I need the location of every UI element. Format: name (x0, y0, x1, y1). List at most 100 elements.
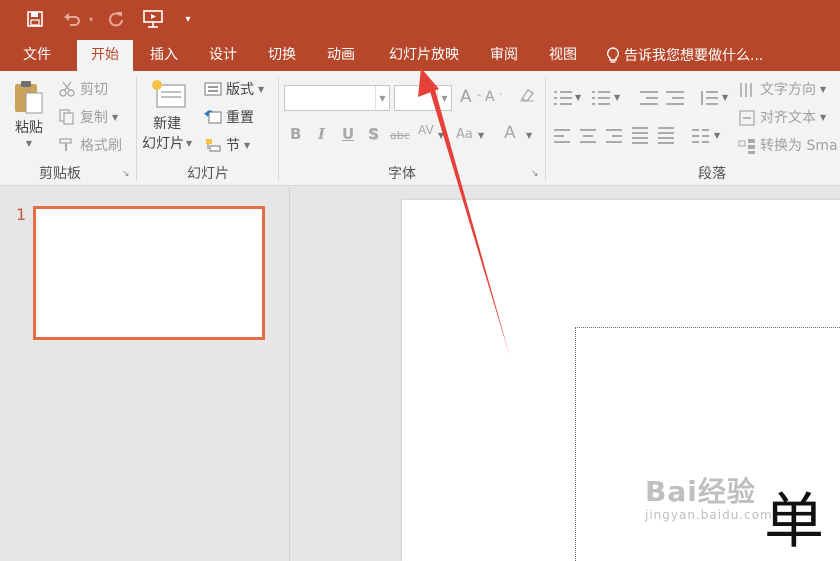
columns-icon[interactable] (692, 129, 710, 143)
italic-button[interactable]: I (318, 125, 325, 143)
align-right-icon[interactable] (606, 129, 624, 143)
tell-me-search[interactable]: 告诉我您想要做什么... (606, 40, 763, 71)
align-center-icon[interactable] (580, 129, 598, 143)
save-icon[interactable] (24, 8, 46, 30)
line-spacing-icon[interactable] (700, 91, 718, 105)
clear-formatting-button[interactable] (518, 87, 536, 103)
new-slide-label-line1: 新建 (153, 116, 182, 132)
new-slide-button[interactable]: 新建 幻灯片 ▼ (142, 77, 192, 153)
font-size-input[interactable]: ▼ (394, 85, 452, 111)
align-left-icon[interactable] (554, 129, 572, 143)
copy-label: 复制 (80, 110, 108, 126)
tab-slideshow[interactable]: 幻灯片放映 (378, 40, 470, 71)
paste-label: 粘贴 (15, 120, 43, 136)
font-name-input[interactable]: ▼ (284, 85, 390, 111)
layout-button[interactable]: 版式 ▼ (204, 79, 264, 99)
chevron-down-icon[interactable]: ▼ (575, 93, 581, 102)
char-spacing-button[interactable]: AV (418, 123, 434, 137)
section-label: 节 (226, 138, 240, 154)
font-color-button[interactable]: A (504, 123, 516, 143)
section-button[interactable]: 节 ▼ (204, 135, 250, 155)
cut-label: 剪切 (80, 82, 108, 98)
group-divider (278, 77, 279, 181)
shrink-font-button[interactable]: Aˇ (485, 89, 503, 105)
chevron-down-icon[interactable]: ▼ (375, 86, 389, 110)
lightbulb-icon (606, 46, 620, 63)
underline-button[interactable]: U (342, 125, 354, 143)
redo-icon[interactable] (104, 8, 128, 30)
tab-home[interactable]: 开始 (77, 40, 133, 71)
chevron-down-icon: ▼ (244, 140, 251, 150)
reset-label: 重置 (226, 110, 254, 126)
group-divider (136, 77, 137, 181)
font-group-label: 字体 (388, 166, 416, 182)
clipboard-paste-icon (15, 81, 43, 114)
dialog-launcher-icon[interactable]: ↘ (122, 169, 130, 179)
text-direction-icon (738, 81, 756, 97)
overlay-glyph: 单 (764, 487, 824, 557)
chevron-down-icon[interactable]: ▼ (437, 86, 451, 110)
chevron-down-icon[interactable]: ▼ (438, 131, 444, 140)
baidu-watermark: Bai经验 jingyan.baidu.com (645, 470, 773, 522)
convert-smartart-button[interactable]: 转换为 Sma (738, 135, 838, 155)
watermark-url: jingyan.baidu.com (645, 508, 773, 522)
chevron-down-icon: ▼ (258, 84, 265, 94)
tab-review[interactable]: 审阅 (480, 40, 528, 71)
align-text-label: 对齐文本 (760, 110, 816, 126)
change-case-button[interactable]: Aa (456, 127, 473, 142)
grow-font-button[interactable]: A ^ (460, 87, 482, 107)
copy-button[interactable]: 复制 ▼ (58, 107, 118, 127)
align-text-button[interactable]: 对齐文本 ▼ (738, 107, 826, 127)
align-text-icon (738, 109, 756, 126)
bullets-icon[interactable] (554, 91, 572, 105)
tab-transitions[interactable]: 切换 (257, 40, 307, 71)
chevron-down-icon: ▼ (25, 139, 33, 148)
reset-icon (204, 109, 222, 125)
section-icon (204, 137, 222, 153)
customize-qat-icon[interactable]: ▾ (180, 8, 196, 30)
increase-indent-icon[interactable] (666, 91, 684, 105)
strikethrough-button[interactable]: abc (390, 129, 410, 142)
undo-icon[interactable] (60, 8, 84, 30)
tab-design[interactable]: 设计 (197, 40, 249, 71)
decrease-indent-icon[interactable] (640, 91, 658, 105)
tell-me-text: 告诉我您想要做什么... (624, 47, 764, 64)
chevron-down-icon[interactable]: ▼ (614, 93, 620, 102)
new-slide-label-line2: 幻灯片 (142, 136, 184, 152)
text-shadow-button[interactable]: S (368, 125, 379, 143)
chevron-down-icon[interactable]: ▼ (714, 131, 720, 140)
ribbon-home: 粘贴 ▼ 剪切 复制 ▼ 格式刷 剪贴板 ↘ 新建 幻灯片 ▼ 版式 ▼ 重置 节… (0, 71, 840, 186)
paragraph-group-label: 段落 (698, 166, 726, 182)
chevron-down-icon[interactable]: ▼ (722, 93, 728, 102)
tab-file[interactable]: 文件 (12, 40, 62, 71)
text-direction-label: 文字方向 (760, 82, 816, 98)
text-direction-button[interactable]: 文字方向 ▼ (738, 79, 826, 99)
shrink-font-icon: A (485, 89, 495, 105)
cut-button[interactable]: 剪切 (58, 79, 108, 99)
chevron-down-icon[interactable]: ▼ (478, 131, 484, 140)
bold-button[interactable]: B (290, 125, 301, 143)
ribbon-tabs: 文件 开始 插入 设计 切换 动画 幻灯片放映 审阅 视图 告诉我您想要做什么.… (0, 40, 840, 71)
tab-view[interactable]: 视图 (538, 40, 588, 71)
numbering-icon[interactable] (592, 91, 610, 105)
dialog-launcher-icon[interactable]: ↘ (531, 169, 539, 179)
paste-button[interactable]: 粘贴 ▼ (12, 79, 46, 148)
format-painter-button[interactable]: 格式刷 (58, 135, 122, 155)
slides-group-label: 幻灯片 (187, 166, 229, 182)
chevron-down-icon: ▼ (820, 84, 827, 94)
new-slide-icon (152, 80, 186, 108)
slide-thumbnail[interactable] (33, 206, 265, 340)
tab-animations[interactable]: 动画 (316, 40, 366, 71)
slideshow-from-start-icon[interactable] (140, 8, 166, 30)
undo-dropdown-icon[interactable]: ▾ (86, 8, 96, 30)
distributed-icon[interactable] (658, 127, 676, 144)
reset-button[interactable]: 重置 (204, 107, 254, 127)
smartart-icon (738, 137, 756, 154)
title-bar: ▾ ▾ (0, 0, 840, 40)
chevron-down-icon[interactable]: ▼ (526, 131, 532, 140)
justify-icon[interactable] (632, 127, 650, 144)
chevron-down-icon: ▼ (186, 138, 193, 148)
layout-icon (204, 81, 222, 97)
tab-insert[interactable]: 插入 (139, 40, 189, 71)
layout-label: 版式 (226, 82, 254, 98)
